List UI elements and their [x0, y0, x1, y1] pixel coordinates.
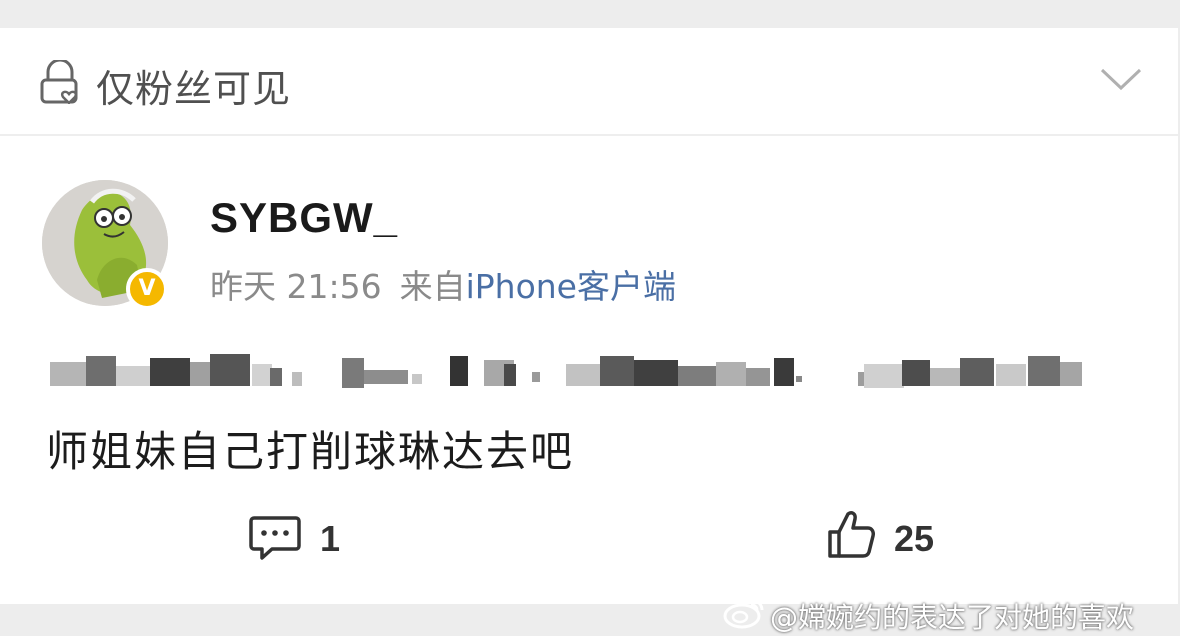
post-card: 仅粉丝可见 V SYBGW_ 昨天 21:56 来自iPhone客户端 师姐妹自…: [0, 28, 1178, 634]
author-name[interactable]: SYBGW_: [210, 194, 398, 242]
post-time: 昨天 21:56: [210, 267, 382, 306]
chevron-down-icon[interactable]: [1098, 64, 1144, 94]
source-prefix: 来自: [399, 267, 466, 306]
visibility-bar[interactable]: 仅粉丝可见: [0, 28, 1178, 136]
weibo-logo: [723, 598, 764, 629]
watermark-text: @嫦婉约的表达了对她的喜欢: [770, 601, 1135, 634]
thumbs-up-icon: [828, 511, 875, 558]
post-text: 师姐妹自己打削球琳达去吧: [46, 427, 575, 476]
comment-button[interactable]: 1: [248, 510, 358, 570]
lock-heart-icon: [40, 60, 78, 104]
post-meta: 昨天 21:56 来自iPhone客户端: [210, 260, 676, 308]
client-link[interactable]: iPhone客户端: [466, 267, 676, 306]
comment-count: 1: [320, 518, 341, 559]
like-button[interactable]: 25: [826, 508, 956, 568]
like-count: 25: [894, 518, 935, 559]
visibility-label: 仅粉丝可见: [96, 67, 292, 111]
censored-text-mosaic: [46, 348, 1096, 404]
comment-bubble-icon: [249, 516, 301, 560]
verified-badge: V: [126, 268, 168, 310]
